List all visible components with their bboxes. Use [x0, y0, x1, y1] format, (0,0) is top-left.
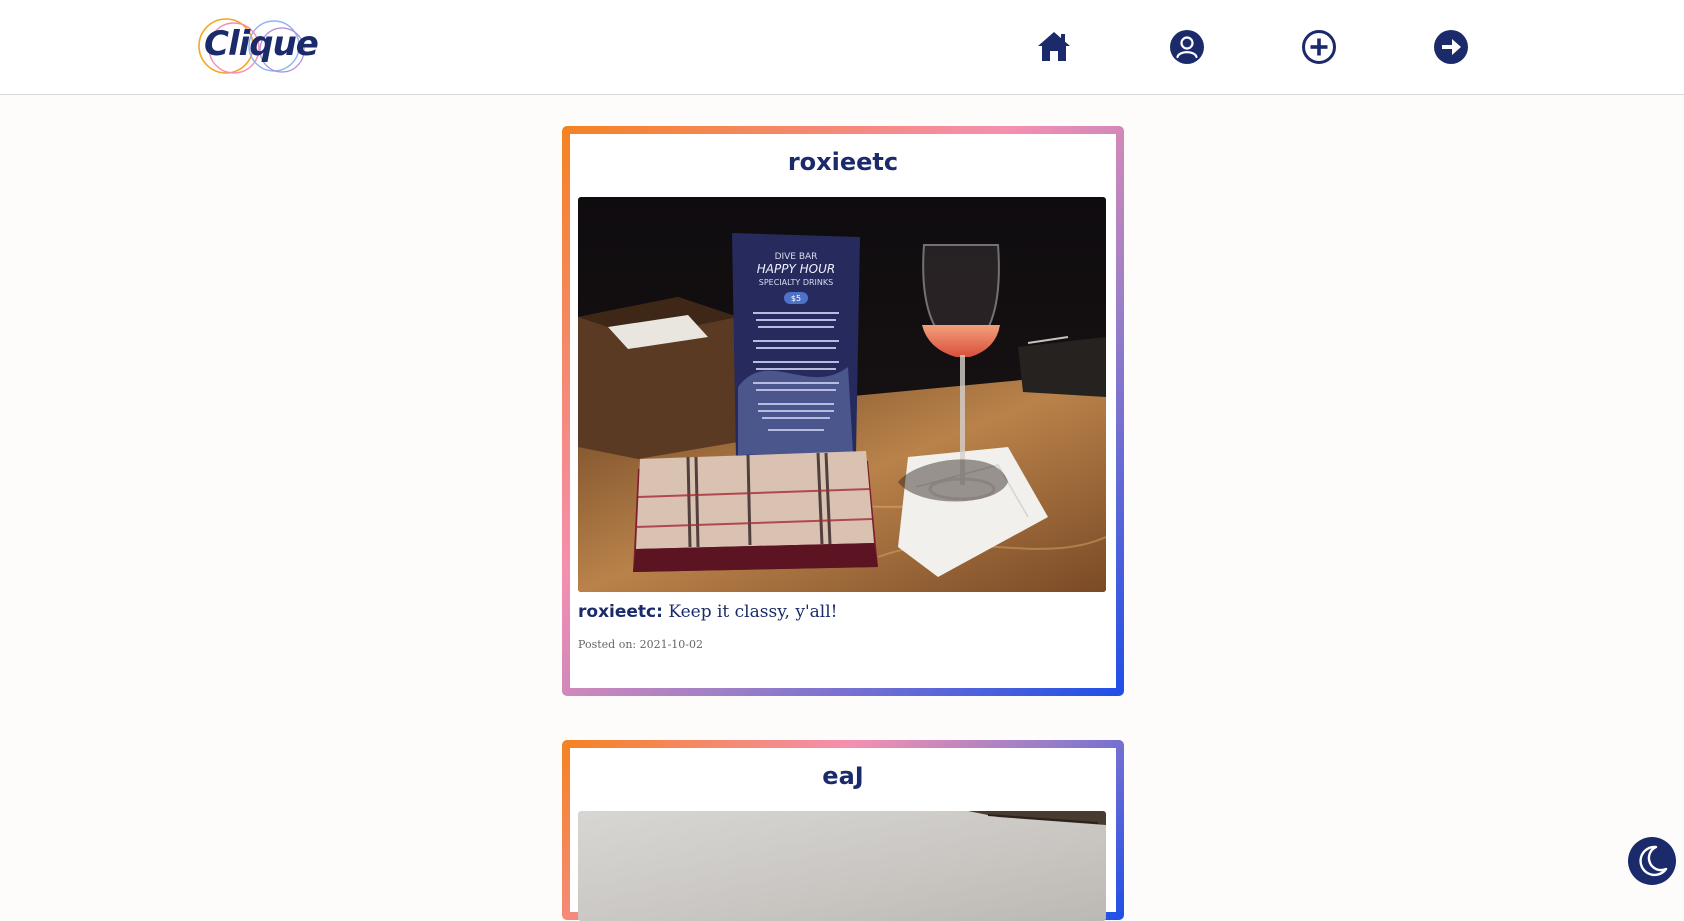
nav-logout-button[interactable] [1433, 29, 1469, 65]
menu-card-line2: HAPPY HOUR [757, 262, 835, 276]
caption-username[interactable]: roxieetc: [578, 602, 663, 622]
top-navbar: Clique [0, 0, 1684, 95]
menu-card-line3: SPECIALTY DRINKS [759, 278, 833, 287]
post-card: roxieetc DIVE BAR HAPPY HOUR SPECIALTY D… [562, 126, 1124, 696]
post-username[interactable]: eaJ [570, 762, 1116, 790]
nav-home-button[interactable] [1036, 29, 1072, 65]
post-photo-image [578, 811, 1106, 921]
moon-icon [1639, 845, 1668, 877]
post-date: Posted on: 2021-10-02 [578, 638, 704, 651]
menu-card-price: $5 [791, 294, 801, 303]
post-photo: DIVE BAR HAPPY HOUR SPECIALTY DRINKS $5 [578, 197, 1106, 592]
drink-photo-image: DIVE BAR HAPPY HOUR SPECIALTY DRINKS $5 [578, 197, 1106, 592]
clique-logo[interactable]: Clique [196, 16, 319, 76]
post-photo [578, 811, 1106, 921]
caption-text: Keep it classy, y'all! [662, 602, 838, 622]
post-card: eaJ [562, 740, 1124, 921]
post-username[interactable]: roxieetc [570, 148, 1116, 176]
post-card-inner: roxieetc DIVE BAR HAPPY HOUR SPECIALTY D… [570, 134, 1116, 688]
dark-mode-toggle-button[interactable] [1628, 837, 1676, 885]
nav-add-post-button[interactable] [1301, 29, 1337, 65]
home-icon [1038, 32, 1070, 61]
post-caption: roxieetc: Keep it classy, y'all! [578, 602, 837, 622]
menu-card-line1: DIVE BAR [775, 252, 818, 262]
nav-profile-button[interactable] [1169, 29, 1205, 65]
user-circle-icon [1170, 30, 1204, 64]
post-card-inner: eaJ [570, 748, 1116, 921]
arrow-right-circle-icon [1434, 30, 1468, 64]
logo-text: Clique [204, 24, 319, 64]
plus-circle-icon [1302, 30, 1336, 64]
